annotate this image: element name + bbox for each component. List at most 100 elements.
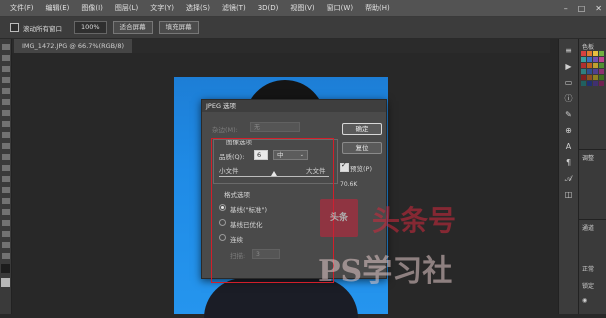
scroll-all-windows-checkbox[interactable] [10, 23, 19, 32]
fill-screen-button[interactable]: 填充屏幕 [158, 21, 199, 34]
scroll-all-windows-label: 滚动所有窗口 [23, 24, 62, 33]
menu-3d[interactable]: 3D(D) [252, 4, 285, 12]
reset-button[interactable]: 复位 [342, 142, 382, 154]
foreground-color-icon[interactable] [1, 264, 10, 273]
eraser-tool-icon[interactable] [1, 154, 10, 160]
brush-presets-icon[interactable]: ✎ [564, 110, 574, 119]
color-swatch[interactable] [593, 57, 598, 62]
menu-help[interactable]: 帮助(H) [359, 3, 396, 13]
watermark-text-line1: 头条号 [372, 204, 457, 237]
character-icon[interactable]: A [564, 142, 574, 151]
color-swatch[interactable] [593, 81, 598, 86]
color-swatch[interactable] [581, 63, 586, 68]
history-brush-tool-icon[interactable] [1, 143, 10, 149]
path-select-tool-icon[interactable] [1, 220, 10, 226]
color-swatch[interactable] [593, 63, 598, 68]
toolbox [0, 39, 12, 314]
zoom-tool-icon[interactable] [1, 253, 10, 259]
menu-file[interactable]: 文件(F) [4, 3, 40, 13]
crop-tool-icon[interactable] [1, 88, 10, 94]
watermark-seal-logo: 头条 [320, 199, 358, 237]
color-swatch[interactable] [587, 75, 592, 80]
marquee-tool-icon[interactable] [1, 55, 10, 61]
glyphs-icon[interactable]: 𝒜 [564, 174, 574, 183]
menu-bar: 文件(F) 编辑(E) 图像(I) 图层(L) 文字(Y) 选择(S) 滤镜(T… [0, 0, 606, 17]
color-swatch[interactable] [587, 57, 592, 62]
color-swatch[interactable] [599, 57, 604, 62]
maximize-icon[interactable]: □ [578, 4, 586, 13]
document-tab[interactable]: IMG_1472.JPG @ 66.7%(RGB/8) [14, 39, 132, 53]
swatches-panel-tab[interactable]: 色板 [582, 42, 594, 51]
color-swatch[interactable] [599, 75, 604, 80]
color-swatch[interactable] [581, 81, 586, 86]
menu-select[interactable]: 选择(S) [180, 3, 216, 13]
matte-select[interactable]: 无 [250, 122, 300, 132]
color-swatch[interactable] [593, 69, 598, 74]
shape-tool-icon[interactable] [1, 231, 10, 237]
color-swatch[interactable] [587, 63, 592, 68]
play-icon[interactable]: ▶ [564, 62, 574, 71]
paragraph-icon[interactable]: ¶ [564, 158, 574, 167]
adjustments-panel-tab[interactable]: 调整 [582, 153, 594, 162]
menu-filter[interactable]: 滤镜(T) [216, 3, 252, 13]
blur-tool-icon[interactable] [1, 176, 10, 182]
color-swatch[interactable] [599, 63, 604, 68]
ok-button[interactable]: 确定 [342, 123, 382, 135]
dodge-tool-icon[interactable] [1, 187, 10, 193]
channels-panel-tab[interactable]: 通道 [582, 223, 594, 232]
hand-tool-icon[interactable] [1, 242, 10, 248]
color-swatch[interactable] [599, 81, 604, 86]
color-swatch[interactable] [581, 75, 586, 80]
transform-icon[interactable]: ◫ [564, 190, 574, 199]
quick-select-tool-icon[interactable] [1, 77, 10, 83]
move-tool-icon[interactable] [1, 44, 10, 50]
fit-screen-button[interactable]: 适合屏幕 [112, 21, 153, 34]
info-icon[interactable]: ⓘ [564, 94, 574, 103]
color-swatch[interactable] [581, 57, 586, 62]
close-icon[interactable]: ✕ [595, 4, 602, 13]
lasso-tool-icon[interactable] [1, 66, 10, 72]
right-icon-dock: ≡ ▶ ▭ ⓘ ✎ ⊕ A ¶ 𝒜 ◫ [558, 39, 578, 314]
color-swatch[interactable] [587, 51, 592, 56]
background-color-icon[interactable] [1, 278, 10, 287]
menu-layer[interactable]: 图层(L) [109, 3, 144, 13]
color-swatch[interactable] [593, 75, 598, 80]
menu-window[interactable]: 窗口(W) [321, 3, 359, 13]
eye-icon[interactable]: ◉ [582, 297, 587, 304]
minimize-icon[interactable]: – [564, 4, 568, 13]
panel-divider [579, 219, 606, 220]
layers-comp-icon[interactable]: ▭ [564, 78, 574, 87]
menu-type[interactable]: 文字(Y) [144, 3, 180, 13]
preview-checkbox[interactable]: ✓ [340, 161, 349, 172]
color-swatch[interactable] [587, 69, 592, 74]
type-tool-icon[interactable] [1, 209, 10, 215]
color-swatch[interactable] [581, 69, 586, 74]
pen-tool-icon[interactable] [1, 198, 10, 204]
color-swatch[interactable] [599, 69, 604, 74]
eyedropper-tool-icon[interactable] [1, 99, 10, 105]
clone-source-icon[interactable]: ⊕ [564, 126, 574, 135]
preview-label: 预览(P) [350, 165, 372, 173]
color-swatch[interactable] [593, 51, 598, 56]
menu-edit[interactable]: 编辑(E) [40, 3, 76, 13]
brush-tool-icon[interactable] [1, 121, 10, 127]
color-swatch[interactable] [581, 51, 586, 56]
zoom-value-field[interactable]: 100% [74, 21, 107, 34]
window-controls: – □ ✕ [564, 0, 602, 17]
stamp-tool-icon[interactable] [1, 132, 10, 138]
dialog-title[interactable]: JPEG 选项 [202, 100, 386, 112]
color-swatch[interactable] [587, 81, 592, 86]
matte-label: 杂边(M): [212, 126, 238, 134]
menu-image[interactable]: 图像(I) [75, 3, 109, 13]
history-icon[interactable]: ≡ [564, 46, 574, 55]
gradient-tool-icon[interactable] [1, 165, 10, 171]
checkmark-icon: ✓ [341, 161, 347, 169]
file-size-readout: 70.6K [340, 181, 358, 188]
options-bar: 滚动所有窗口 100% 适合屏幕 填充屏幕 [0, 17, 606, 39]
blend-mode-select[interactable]: 正常 [582, 264, 594, 273]
watermark-text-line2: PS学习社 [318, 254, 453, 289]
panel-divider [579, 149, 606, 150]
color-swatch[interactable] [599, 51, 604, 56]
menu-view[interactable]: 视图(V) [284, 3, 320, 13]
healing-tool-icon[interactable] [1, 110, 10, 116]
